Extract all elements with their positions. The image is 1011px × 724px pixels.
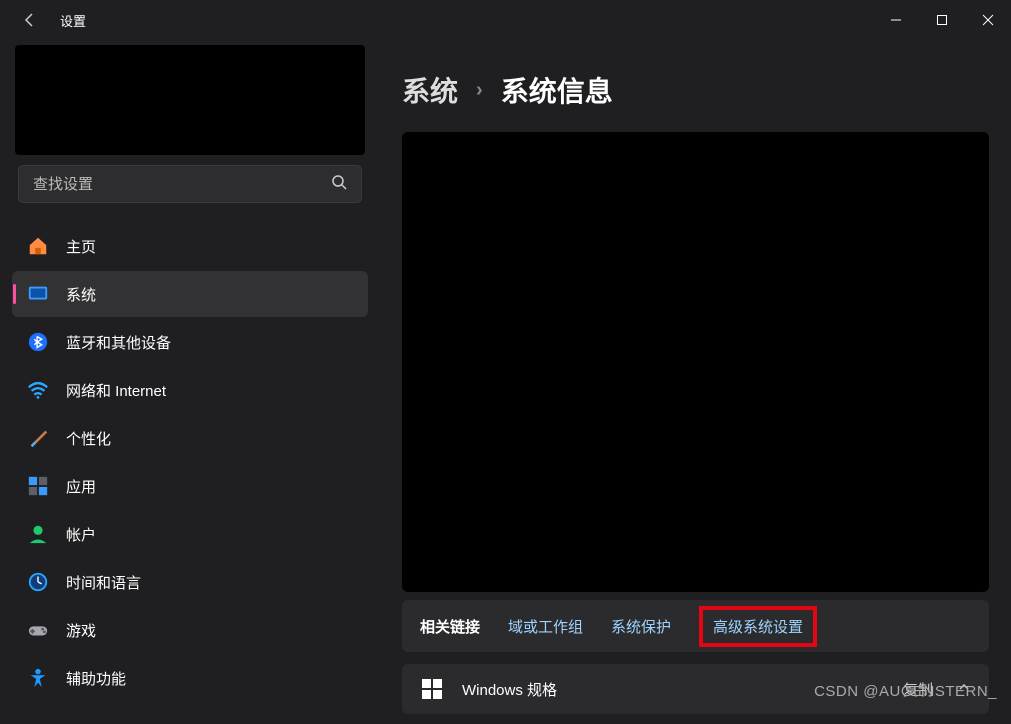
nav-label: 个性化 [66, 428, 111, 449]
device-info-card [402, 132, 989, 592]
related-label: 相关链接 [420, 616, 480, 637]
nav-network[interactable]: 网络和 Internet [12, 367, 368, 413]
link-domain-workgroup[interactable]: 域或工作组 [508, 616, 583, 637]
system-icon [26, 282, 50, 306]
gamepad-icon [26, 618, 50, 642]
bluetooth-icon [26, 330, 50, 354]
nav-label: 帐户 [66, 524, 96, 545]
related-links-bar: 相关链接 域或工作组 系统保护 高级系统设置 [402, 600, 989, 652]
breadcrumb-current: 系统信息 [501, 70, 613, 110]
chevron-right-icon: › [476, 79, 483, 102]
nav-label: 蓝牙和其他设备 [66, 332, 171, 353]
breadcrumb-root[interactable]: 系统 [402, 70, 458, 110]
nav-personalization[interactable]: 个性化 [12, 415, 368, 461]
nav-apps[interactable]: 应用 [12, 463, 368, 509]
nav-time-language[interactable]: 时间和语言 [12, 559, 368, 605]
window-title: 设置 [60, 11, 86, 30]
profile-box [15, 45, 365, 155]
link-advanced-system-settings[interactable]: 高级系统设置 [713, 619, 803, 636]
person-icon [26, 522, 50, 546]
nav-system[interactable]: 系统 [12, 271, 368, 317]
nav-home[interactable]: 主页 [12, 223, 368, 269]
highlighted-link: 高级系统设置 [699, 606, 817, 647]
nav-accessibility[interactable]: 辅助功能 [12, 655, 368, 701]
clock-icon [26, 570, 50, 594]
link-system-protection[interactable]: 系统保护 [611, 616, 671, 637]
nav-gaming[interactable]: 游戏 [12, 607, 368, 653]
nav-label: 主页 [66, 236, 96, 257]
accessibility-icon [26, 666, 50, 690]
close-button[interactable] [965, 4, 1011, 36]
spec-title: Windows 规格 [462, 679, 557, 700]
nav-bluetooth[interactable]: 蓝牙和其他设备 [12, 319, 368, 365]
nav-label: 应用 [66, 476, 96, 497]
nav-accounts[interactable]: 帐户 [12, 511, 368, 557]
wifi-icon [26, 378, 50, 402]
maximize-button[interactable] [919, 4, 965, 36]
nav-label: 网络和 Internet [66, 380, 166, 401]
nav-label: 时间和语言 [66, 572, 141, 593]
search-input[interactable] [33, 176, 331, 193]
search-icon[interactable] [331, 174, 347, 195]
brush-icon [26, 426, 50, 450]
apps-icon [26, 474, 50, 498]
minimize-button[interactable] [873, 4, 919, 36]
home-icon [26, 234, 50, 258]
back-button[interactable] [12, 2, 48, 38]
nav-label: 游戏 [66, 620, 96, 641]
nav-label: 辅助功能 [66, 668, 126, 689]
watermark: CSDN @AUGENSTERN_ [814, 683, 997, 700]
windows-icon [420, 677, 444, 701]
breadcrumb: 系统 › 系统信息 [402, 70, 989, 110]
search-box[interactable] [18, 165, 362, 203]
nav-label: 系统 [66, 284, 96, 305]
